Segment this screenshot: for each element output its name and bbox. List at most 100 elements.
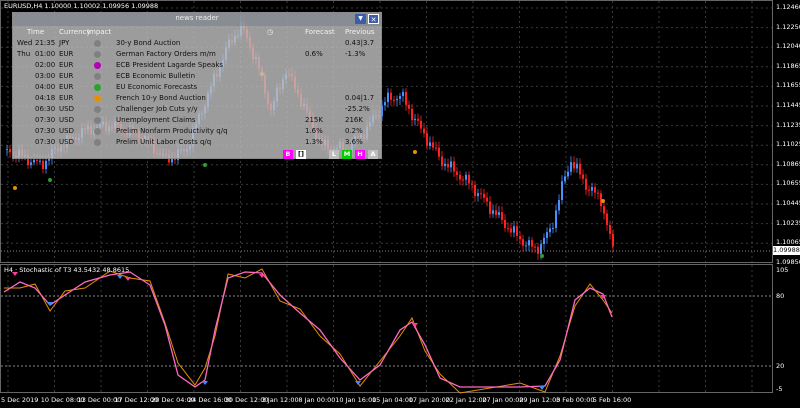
col-impact[interactable]: Impact xyxy=(87,28,111,36)
filter-all-button[interactable]: A xyxy=(368,150,378,159)
candle-body xyxy=(438,147,440,157)
price-axis-label: 1.12460 xyxy=(776,3,800,11)
candle-body xyxy=(474,184,476,197)
candle-body xyxy=(441,156,443,166)
indicator-pane-frame xyxy=(0,264,773,393)
candle-body xyxy=(594,187,596,193)
news-cell: 3.6% xyxy=(345,138,363,146)
col-currency[interactable]: Currency xyxy=(59,28,91,36)
candle-body xyxy=(489,201,491,214)
candle-body xyxy=(387,92,389,103)
candle-body xyxy=(588,189,590,191)
news-row[interactable]: 06:30 USD Challenger Job Cuts y/y -25.2% xyxy=(13,104,383,115)
candle-body xyxy=(516,226,518,236)
news-cell: EUR xyxy=(59,94,74,102)
candle-body xyxy=(549,228,551,233)
candle-body xyxy=(384,102,386,106)
time-axis-label: 10 Jan 16:00 xyxy=(335,396,377,404)
candle-body xyxy=(423,128,425,134)
price-axis-label: 1.11235 xyxy=(776,120,800,129)
news-row[interactable]: 07:30 USD Prelim Nonfarm Productivity q/q 1… xyxy=(13,126,383,137)
candle-body xyxy=(528,240,530,246)
news-cell: 21:35 xyxy=(35,39,56,47)
indicator-axis-label: 20 xyxy=(776,362,785,370)
candle-body xyxy=(495,210,497,215)
impact-dot-icon xyxy=(94,106,101,113)
news-cell: USD xyxy=(59,105,74,113)
news-row[interactable]: 03:00 EUR ECB Economic Bulletin xyxy=(13,71,383,82)
candle-body xyxy=(417,118,419,121)
news-row[interactable]: 07:30 USD Unemployment Claims 215K 216K xyxy=(13,115,383,126)
news-header[interactable]: news reader ▼ ✕ xyxy=(13,13,381,26)
candle-body xyxy=(405,91,407,105)
candle-body xyxy=(450,161,452,168)
news-reader-panel[interactable]: news reader ▼ ✕ Time Currency Impact ◷ F… xyxy=(12,12,382,159)
candle-body xyxy=(408,104,410,109)
candle-body xyxy=(393,99,395,101)
news-cell: 0.43|3.7 xyxy=(345,39,375,47)
candle-body xyxy=(9,149,11,153)
candle-body xyxy=(42,160,44,170)
candle-body xyxy=(30,162,32,166)
filter-b-button[interactable]: B xyxy=(283,150,293,159)
news-cell: 0.6% xyxy=(305,50,323,58)
candle-body xyxy=(567,171,569,177)
price-axis-label: 1.12040 xyxy=(776,42,800,51)
symbol-title: EURUSD,H4 1.10000 1.10002 1.09956 1.0998… xyxy=(4,2,159,10)
time-axis-label: 27 Jan 00:00 xyxy=(482,396,524,404)
candle-body xyxy=(552,227,554,229)
col-previous[interactable]: Previous xyxy=(345,28,375,36)
candle-body xyxy=(543,237,545,245)
indicator-axis-label: 105 xyxy=(776,266,789,274)
col-forecast[interactable]: Forecast xyxy=(305,28,335,36)
news-row[interactable]: 04:18 EUR French 10-y Bond Auction 0.04|1.7 xyxy=(13,93,383,104)
news-cell: Unemployment Claims xyxy=(116,116,196,124)
candle-body xyxy=(465,174,467,180)
news-row[interactable]: 04:00 EUR EU Economic Forecasts xyxy=(13,82,383,93)
filter-low-button[interactable]: L xyxy=(329,150,339,159)
candle-body xyxy=(399,95,401,99)
candle-body xyxy=(555,210,557,228)
filter-high-button[interactable]: H xyxy=(355,150,365,159)
candle-body xyxy=(603,206,605,214)
candle-body xyxy=(519,235,521,240)
close-icon[interactable]: ✕ xyxy=(368,14,379,24)
filter-medium-button[interactable]: M xyxy=(342,150,352,159)
candle-body xyxy=(510,228,512,233)
impact-dot-icon xyxy=(94,117,101,124)
candle-body xyxy=(45,160,47,170)
candle-body xyxy=(429,142,431,146)
news-row[interactable]: 02:00 EUR ECB President Lagarde Speaks xyxy=(13,60,383,71)
candle-body xyxy=(444,163,446,166)
impact-dot-icon xyxy=(94,95,101,102)
news-row[interactable]: Thu 01:00 EUR German Factory Orders m/m 0.6%… xyxy=(13,49,383,60)
candle-body xyxy=(609,225,611,234)
news-cell: EUR xyxy=(59,61,74,69)
candle-body xyxy=(573,162,575,169)
candle-body xyxy=(390,92,392,100)
news-row[interactable]: Wed 21:35 JPY 30-y Bond Auction 0.43|3.7 xyxy=(13,38,383,49)
clock-icon: ◷ xyxy=(267,28,274,36)
candle-body xyxy=(432,142,434,148)
dropdown-icon[interactable]: ▼ xyxy=(355,14,366,24)
price-axis-label: 1.11445 xyxy=(776,101,800,109)
candle-body xyxy=(561,181,563,201)
time-axis-label: 5 Feb 16:00 xyxy=(592,396,632,404)
news-row[interactable]: 07:30 USD Prelim Unit Labor Costs q/q 1.3% 3… xyxy=(13,137,383,148)
candle-body xyxy=(33,159,35,163)
impact-dot-icon xyxy=(94,73,101,80)
col-time[interactable]: Time xyxy=(27,28,44,36)
toggle-button[interactable]: [] xyxy=(296,150,306,159)
impact-dot-icon xyxy=(94,51,101,58)
chart-window[interactable]: EURUSD,H4 1.10000 1.10002 1.09956 1.0998… xyxy=(0,0,800,408)
candle-body xyxy=(414,118,416,121)
candle-body xyxy=(606,213,608,226)
news-cell: -1.3% xyxy=(345,50,366,58)
candle-body xyxy=(6,149,8,151)
candle-body xyxy=(477,193,479,197)
cross-arrow xyxy=(202,381,208,385)
candle-body xyxy=(525,245,527,247)
news-cell: EU Economic Forecasts xyxy=(116,83,198,91)
news-cell: 1.3% xyxy=(305,138,323,146)
candle-body xyxy=(540,244,542,254)
